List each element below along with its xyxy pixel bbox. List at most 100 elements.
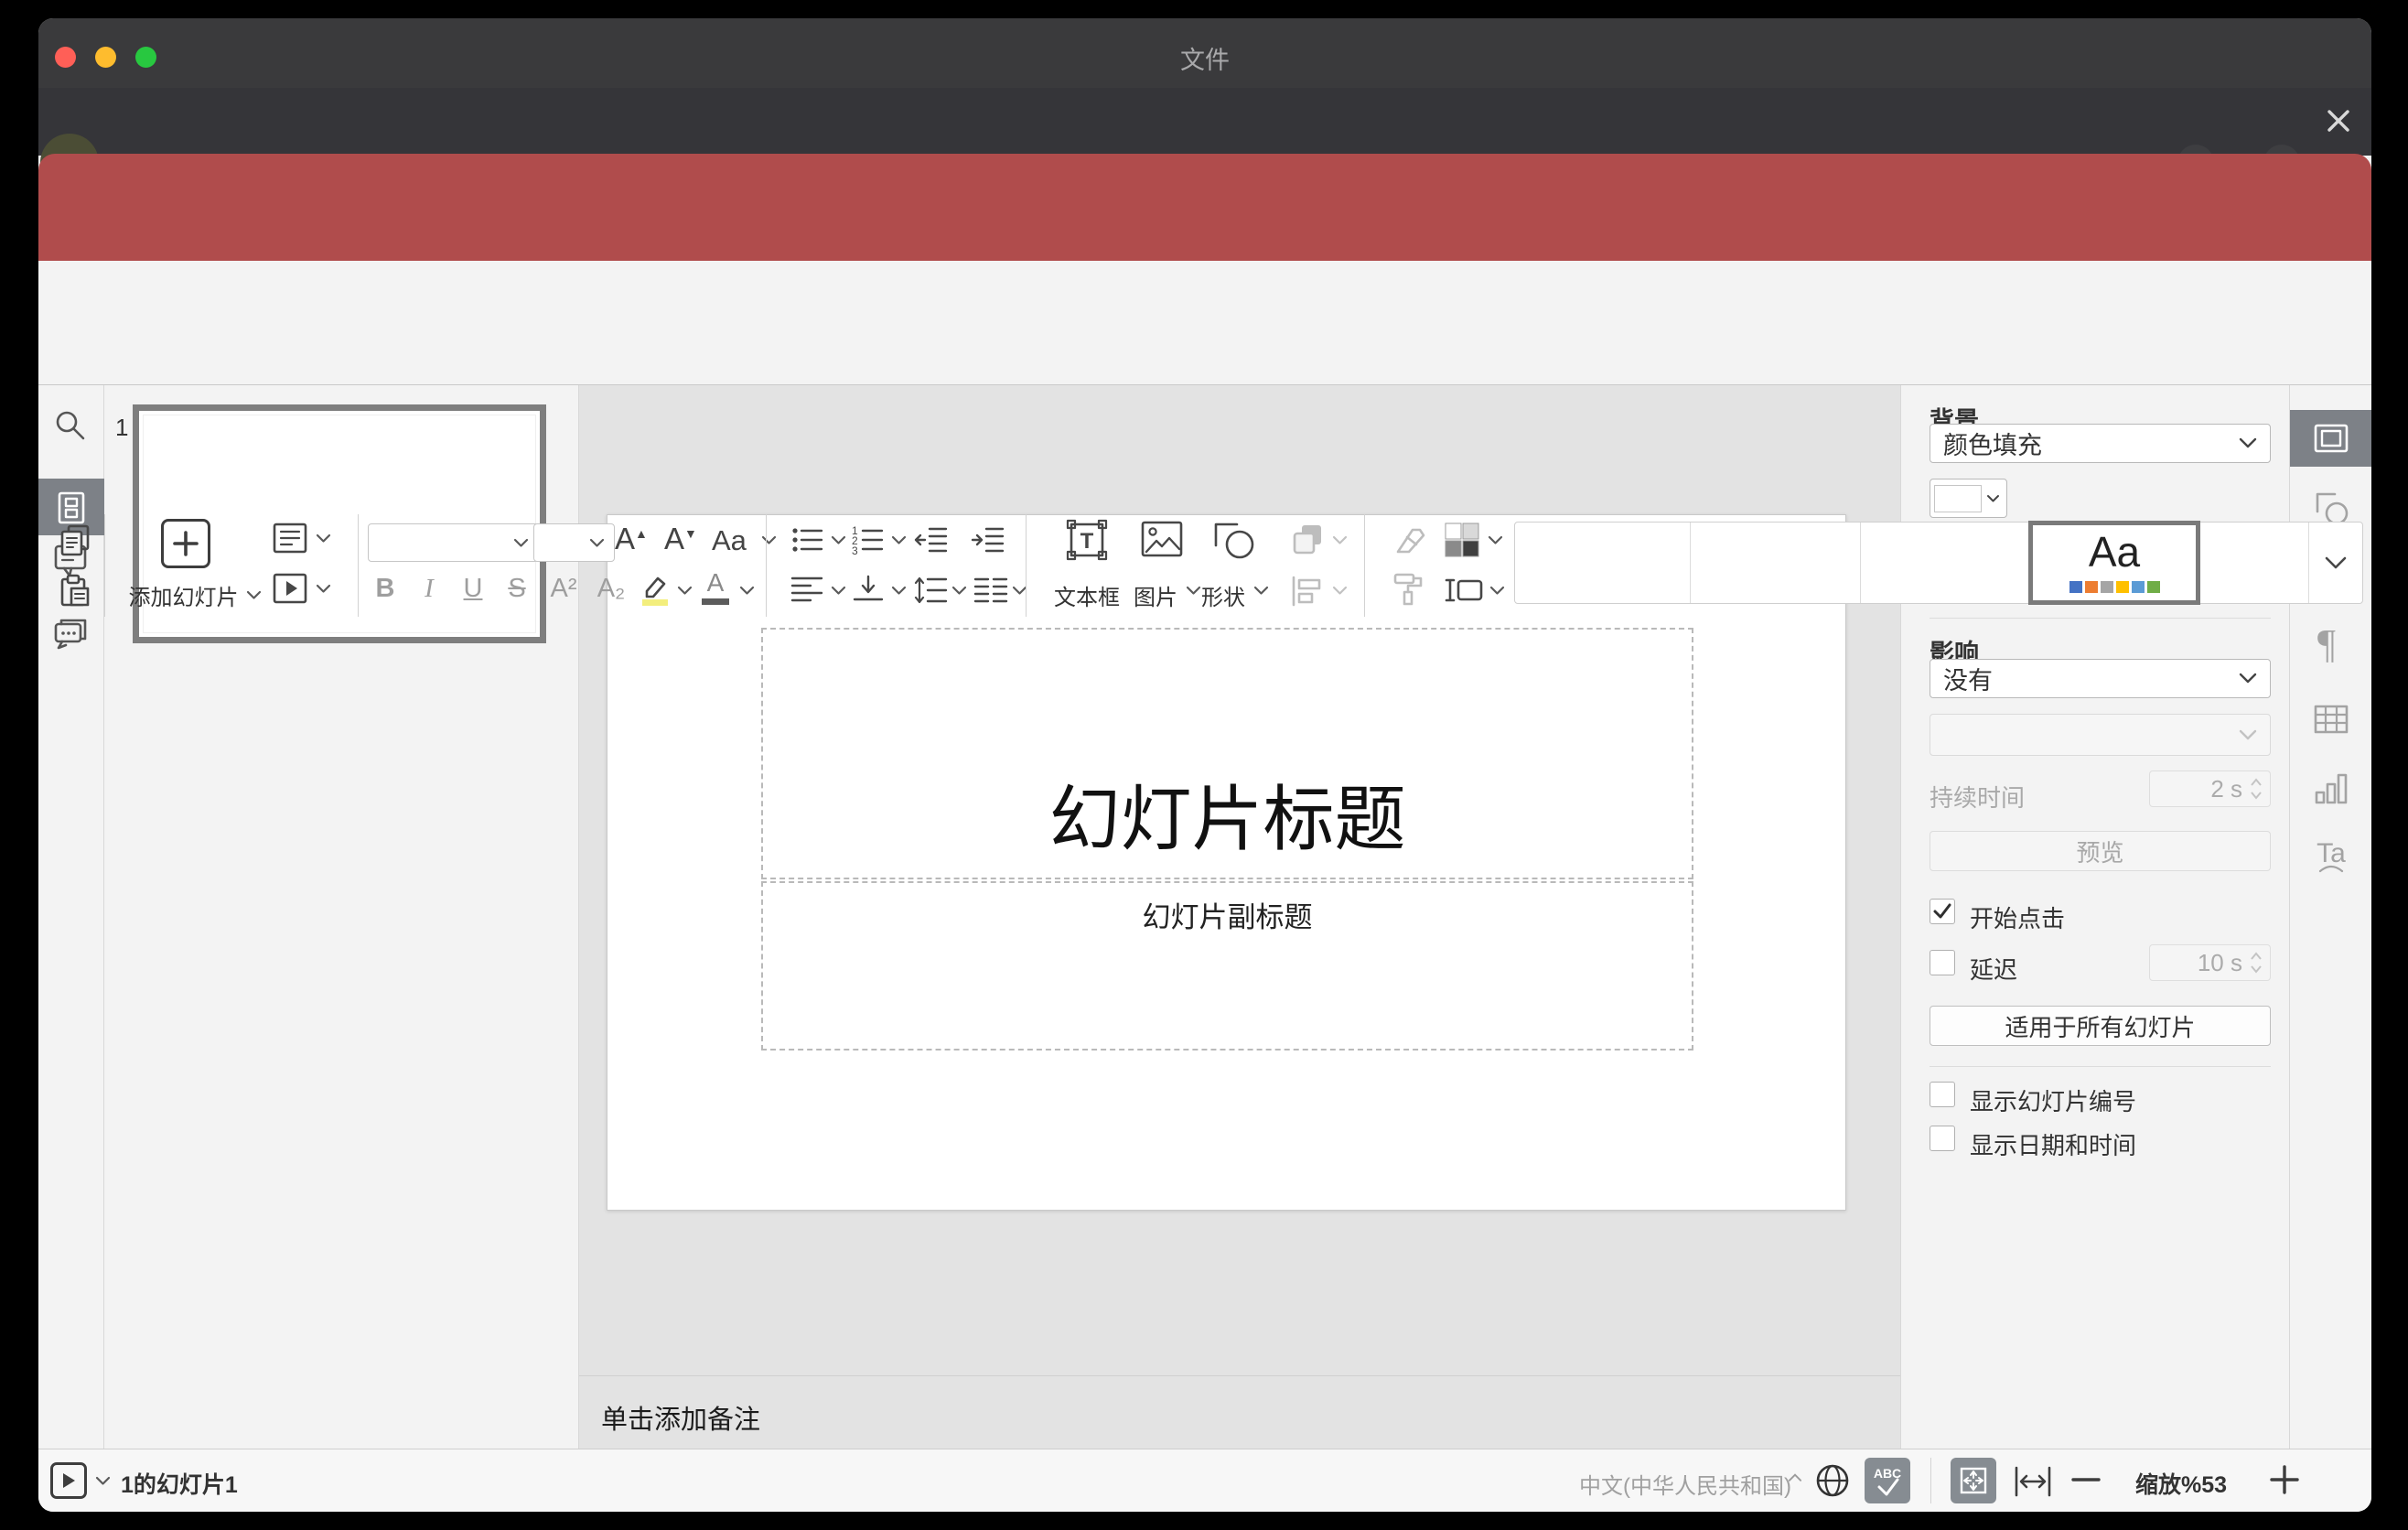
text-box-label[interactable]: 文本框 bbox=[1043, 579, 1131, 611]
insert-image-icon[interactable] bbox=[1140, 520, 1184, 558]
slide-counter: 1的幻灯片1 bbox=[121, 1472, 238, 1498]
slide-title-text: 幻灯片标题 bbox=[1048, 779, 1406, 859]
tab-shape-settings-icon[interactable] bbox=[2313, 490, 2349, 526]
tab-paragraph-settings-icon[interactable]: ¶ bbox=[2317, 620, 2336, 667]
slideshow-mode-chevron-icon[interactable] bbox=[95, 1476, 111, 1486]
color-scheme-chevron-icon[interactable] bbox=[1488, 535, 1503, 545]
slide-size-chevron-icon[interactable] bbox=[1489, 586, 1505, 596]
background-color-swatch bbox=[1934, 484, 1982, 512]
arrange-shape-chevron-icon[interactable] bbox=[1332, 535, 1348, 545]
language-chevron-up-icon[interactable] bbox=[1788, 1472, 1802, 1482]
subscript-button[interactable]: A₂ bbox=[591, 572, 631, 605]
superscript-button[interactable]: A² bbox=[543, 572, 584, 605]
effect-select[interactable]: 没有 bbox=[1930, 659, 2271, 698]
theme-option-selected[interactable]: Aa bbox=[2028, 521, 2200, 605]
status-bar: 1的幻灯片1 中文(中华人民共和国) ABC 缩放%53 bbox=[38, 1449, 2371, 1512]
chat-icon[interactable] bbox=[53, 615, 88, 652]
insert-shape-label[interactable]: 形状 bbox=[1197, 579, 1250, 611]
vertical-align-icon[interactable] bbox=[851, 574, 886, 607]
line-spacing-chevron-icon[interactable] bbox=[951, 586, 967, 596]
horizontal-align-icon[interactable] bbox=[790, 574, 825, 607]
font-color-button[interactable]: A bbox=[699, 570, 732, 605]
zoom-in-icon[interactable] bbox=[2269, 1464, 2300, 1495]
font-name-combo[interactable] bbox=[368, 523, 539, 562]
numbered-list-chevron-icon[interactable] bbox=[891, 535, 907, 545]
add-slide-label[interactable]: 添加幻灯片 bbox=[126, 579, 263, 611]
background-fill-select[interactable]: 颜色填充 bbox=[1930, 424, 2271, 463]
theme-gallery-expand-button[interactable] bbox=[2309, 523, 2362, 603]
search-icon[interactable] bbox=[53, 408, 88, 443]
paste-icon[interactable] bbox=[59, 574, 91, 607]
theme-option[interactable] bbox=[1691, 523, 1860, 603]
increase-font-size-button[interactable]: A▲ bbox=[615, 522, 648, 556]
delay-checkbox[interactable] bbox=[1930, 950, 1955, 975]
bullet-list-chevron-icon[interactable] bbox=[831, 535, 846, 545]
decrease-indent-icon[interactable] bbox=[913, 523, 950, 556]
fit-to-width-icon[interactable] bbox=[2013, 1466, 2053, 1497]
line-spacing-icon[interactable] bbox=[913, 574, 948, 607]
preview-button[interactable]: 预览 bbox=[1930, 831, 2271, 871]
font-color-chevron-icon[interactable] bbox=[739, 586, 755, 596]
strikethrough-button[interactable]: S bbox=[501, 572, 532, 605]
theme-option[interactable] bbox=[2200, 523, 2308, 603]
delay-spinner[interactable]: 10 s bbox=[2149, 944, 2271, 981]
color-scheme-icon[interactable] bbox=[1444, 522, 1480, 558]
highlight-color-icon[interactable] bbox=[639, 572, 672, 607]
start-slideshow-button[interactable] bbox=[50, 1462, 87, 1499]
align-shape-chevron-icon[interactable] bbox=[1332, 586, 1348, 596]
slide-size-icon[interactable] bbox=[1444, 574, 1484, 607]
numbered-list-icon[interactable]: 123 bbox=[851, 523, 886, 556]
tab-slide-settings-active[interactable] bbox=[2290, 410, 2371, 467]
slide-layout-chevron-icon[interactable] bbox=[316, 533, 331, 544]
theme-preview-text: Aa bbox=[2088, 528, 2141, 576]
tab-table-settings-icon[interactable] bbox=[2313, 703, 2349, 736]
tab-text-art-settings-icon[interactable]: Ta bbox=[2313, 838, 2349, 878]
copy-style-roller-icon[interactable] bbox=[1391, 572, 1425, 607]
font-size-combo[interactable] bbox=[533, 523, 615, 562]
insert-shape-chevron-icon[interactable] bbox=[1253, 586, 1269, 596]
insert-shape-icon[interactable] bbox=[1211, 520, 1257, 560]
columns-icon[interactable] bbox=[973, 574, 1008, 607]
bullet-list-icon[interactable] bbox=[790, 523, 825, 556]
close-overlay-icon[interactable] bbox=[2327, 109, 2350, 133]
theme-option[interactable] bbox=[1515, 523, 1690, 603]
zoom-out-icon[interactable] bbox=[2071, 1477, 2101, 1482]
tab-chart-settings-icon[interactable] bbox=[2313, 770, 2349, 807]
change-case-button[interactable]: Aa bbox=[712, 524, 747, 557]
duration-spinner[interactable]: 2 s bbox=[2149, 770, 2271, 807]
bold-button[interactable]: B bbox=[370, 572, 401, 605]
clear-style-eraser-icon[interactable] bbox=[1391, 524, 1427, 555]
notes-area[interactable]: 单击添加备注 bbox=[579, 1375, 1900, 1449]
background-color-picker[interactable] bbox=[1930, 479, 2007, 518]
spell-check-toggle-on[interactable]: ABC bbox=[1865, 1458, 1910, 1503]
add-slide-button[interactable] bbox=[161, 519, 210, 568]
start-on-click-checkbox[interactable] bbox=[1930, 899, 1955, 924]
show-slide-number-checkbox[interactable] bbox=[1930, 1082, 1955, 1107]
start-slideshow-icon[interactable] bbox=[272, 572, 308, 605]
slide-page[interactable]: 幻灯片标题 幻灯片副标题 bbox=[607, 514, 1846, 1211]
align-shape-icon[interactable] bbox=[1290, 576, 1327, 607]
document-language[interactable]: 中文(中华人民共和国) bbox=[1579, 1468, 1791, 1500]
theme-option[interactable] bbox=[1861, 523, 2030, 603]
highlight-chevron-icon[interactable] bbox=[677, 586, 693, 596]
insert-image-label[interactable]: 图片 bbox=[1129, 579, 1182, 611]
copy-icon[interactable] bbox=[59, 523, 91, 556]
text-box-icon[interactable]: T bbox=[1065, 518, 1109, 562]
vertical-align-chevron-icon[interactable] bbox=[891, 586, 907, 596]
show-date-time-checkbox[interactable] bbox=[1930, 1126, 1955, 1151]
apply-to-all-slides-button[interactable]: 适用于所有幻灯片 bbox=[1930, 1006, 2271, 1046]
increase-indent-icon[interactable] bbox=[970, 523, 1006, 556]
decrease-font-size-button[interactable]: A▼ bbox=[664, 522, 697, 556]
fit-to-slide-toggle-on[interactable] bbox=[1951, 1458, 1996, 1503]
slide-layout-icon[interactable] bbox=[272, 522, 308, 555]
subtitle-placeholder[interactable]: 幻灯片副标题 bbox=[761, 881, 1693, 1051]
slideshow-chevron-icon[interactable] bbox=[316, 584, 331, 594]
horizontal-align-chevron-icon[interactable] bbox=[831, 586, 846, 596]
underline-button[interactable]: U bbox=[457, 572, 489, 605]
effect-type-select-disabled[interactable] bbox=[1930, 714, 2271, 756]
title-placeholder[interactable]: 幻灯片标题 bbox=[761, 628, 1693, 879]
italic-button[interactable]: I bbox=[415, 572, 443, 605]
arrange-shape-icon[interactable] bbox=[1290, 522, 1327, 556]
change-case-chevron-icon[interactable] bbox=[761, 535, 777, 545]
set-language-globe-icon[interactable] bbox=[1814, 1462, 1851, 1499]
